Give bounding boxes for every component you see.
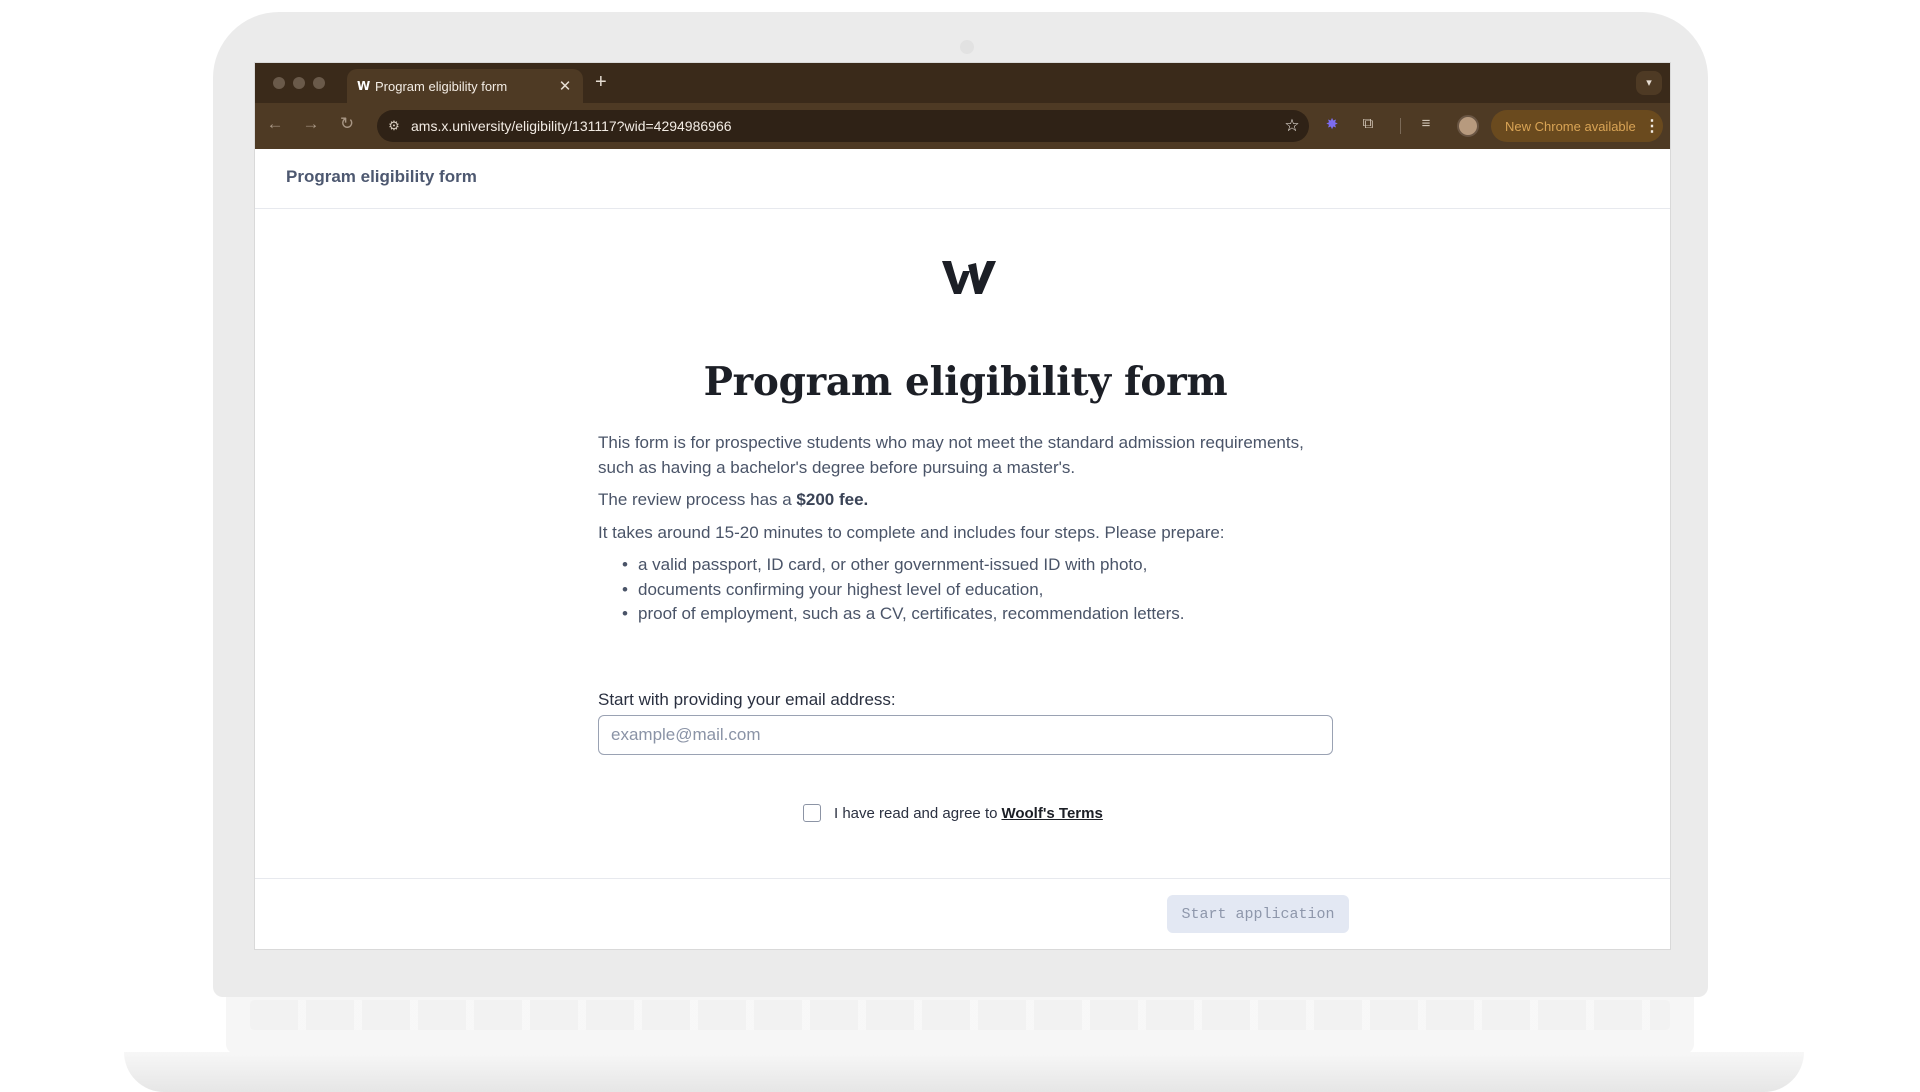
web-page: Program eligibility form Program eligibi…: [255, 149, 1670, 949]
terms-row: I have read and agree to Woolf's Terms: [803, 804, 1103, 822]
woolf-logo-icon: [942, 261, 996, 294]
fee-amount: $200 fee.: [796, 490, 869, 509]
url-text[interactable]: ams.x.university/eligibility/131117?wid=…: [411, 118, 1275, 134]
back-arrow-icon[interactable]: ←: [263, 114, 287, 134]
favicon-icon: W: [357, 79, 371, 93]
keyboard: [250, 1000, 1670, 1030]
window-minimize-dot[interactable]: [293, 77, 305, 89]
form-intro: Program eligibility form This form is fo…: [598, 359, 1333, 627]
terms-label: I have read and agree to: [834, 804, 998, 822]
window-maximize-dot[interactable]: [313, 77, 325, 89]
tab-bar: W Program eligibility form ✕ + ▾: [255, 63, 1670, 103]
start-application-button[interactable]: Start application: [1167, 895, 1349, 933]
toolbar-divider: [1400, 118, 1401, 134]
profile-avatar-icon[interactable]: [1457, 115, 1479, 137]
laptop-scene: W Program eligibility form ✕ + ▾ ← → ↻ ⚙…: [0, 0, 1920, 1092]
page-title: Program eligibility form: [703, 359, 1228, 405]
intro-text: This form is for prospective students wh…: [598, 433, 1304, 477]
extension-gear-icon[interactable]: ✸: [1321, 115, 1343, 133]
list-item: proof of employment, such as a CV, certi…: [622, 602, 1333, 627]
chevron-down-icon[interactable]: ▾: [1636, 71, 1662, 95]
close-icon[interactable]: ✕: [557, 77, 573, 95]
browser-window: W Program eligibility form ✕ + ▾ ← → ↻ ⚙…: [254, 62, 1671, 950]
app-header: Program eligibility form: [255, 149, 1670, 209]
laptop-base: [124, 1052, 1804, 1092]
app-header-title: Program eligibility form: [286, 167, 477, 186]
update-chrome-button[interactable]: New Chrome available ⋮: [1491, 110, 1663, 142]
browser-toolbar: ← → ↻ ⚙ ams.x.university/eligibility/131…: [255, 103, 1670, 149]
list-item: a valid passport, ID card, or other gove…: [622, 553, 1333, 578]
site-settings-icon[interactable]: ⚙: [377, 118, 411, 134]
browser-tab[interactable]: W Program eligibility form ✕: [347, 69, 583, 103]
tab-title: Program eligibility form: [375, 78, 508, 94]
requirements-list: a valid passport, ID card, or other gove…: [598, 553, 1333, 627]
reload-icon[interactable]: ↻: [335, 114, 359, 134]
forward-arrow-icon[interactable]: →: [299, 114, 323, 134]
list-item: documents confirming your highest level …: [622, 578, 1333, 603]
terms-link[interactable]: Woolf's Terms: [1001, 805, 1102, 822]
steps-text: It takes around 15-20 minutes to complet…: [598, 522, 1225, 542]
fee-prefix: The review process has a: [598, 490, 797, 509]
email-label: Start with providing your email address:: [598, 690, 896, 709]
terms-checkbox[interactable]: [803, 804, 821, 822]
puzzle-icon[interactable]: ⧉: [1357, 115, 1379, 132]
form-footer: Start application: [255, 878, 1670, 949]
address-bar[interactable]: ⚙ ams.x.university/eligibility/131117?wi…: [377, 110, 1309, 142]
email-field[interactable]: [598, 715, 1333, 755]
window-close-dot[interactable]: [273, 77, 285, 89]
reading-list-icon[interactable]: ≡: [1415, 115, 1437, 132]
new-tab-icon[interactable]: +: [595, 71, 607, 94]
camera-icon: [960, 40, 974, 54]
star-icon[interactable]: ☆: [1275, 116, 1309, 136]
fee-text: The review process has a $200 fee.: [598, 488, 1333, 513]
update-label: New Chrome available: [1505, 118, 1636, 134]
kebab-menu-icon[interactable]: ⋮: [1641, 116, 1663, 136]
